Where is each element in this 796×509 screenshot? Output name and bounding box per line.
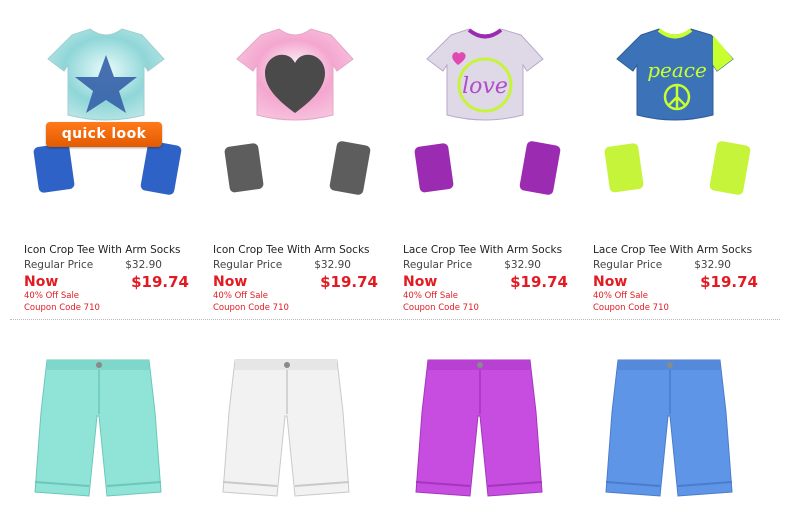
- now-label: Now: [403, 274, 438, 290]
- product-image[interactable]: [213, 15, 378, 210]
- regular-price-value: $32.90: [314, 259, 351, 271]
- now-label: Now: [213, 274, 248, 290]
- regular-price-value: $32.90: [694, 259, 731, 271]
- regular-price-row: Regular Price $32.90: [593, 259, 758, 273]
- mint-bermuda-shorts-icon: [34, 359, 162, 497]
- sale-price-value: $19.74: [131, 273, 189, 291]
- now-label: Now: [24, 274, 59, 290]
- product-name-link[interactable]: Lace Crop Tee With Arm Socks: [403, 244, 568, 256]
- product-info: Lace Crop Tee With Arm Socks Regular Pri…: [403, 244, 568, 314]
- star-crop-tee-icon: [33, 28, 182, 195]
- sale-price-value: $19.74: [510, 273, 568, 291]
- regular-price-label: Regular Price: [213, 259, 283, 271]
- heart-crop-tee-icon: [224, 28, 371, 195]
- row-divider: [10, 319, 780, 320]
- product-info: Lace Crop Tee With Arm Socks Regular Pri…: [593, 244, 758, 314]
- love-crop-tee-icon: love: [414, 28, 561, 195]
- now-price-row: Now $19.74: [24, 273, 189, 291]
- product-image[interactable]: love: [403, 15, 568, 210]
- now-price-row: Now $19.74: [213, 273, 378, 291]
- regular-price-label: Regular Price: [403, 259, 473, 271]
- white-bermuda-shorts-icon: [222, 359, 350, 497]
- product-image[interactable]: [33, 356, 163, 506]
- now-price-row: Now $19.74: [403, 273, 568, 291]
- purple-bermuda-shorts-icon: [415, 359, 543, 497]
- coupon-code: Coupon Code 710: [24, 303, 100, 313]
- coupon-code: Coupon Code 710: [593, 303, 669, 313]
- product-name-link[interactable]: Lace Crop Tee With Arm Socks: [593, 244, 758, 256]
- now-label: Now: [593, 274, 628, 290]
- sale-price-value: $19.74: [320, 273, 378, 291]
- product-image[interactable]: [414, 356, 544, 506]
- regular-price-value: $32.90: [504, 259, 541, 271]
- peace-crop-tee-icon: peace: [604, 28, 751, 195]
- sale-price-value: $19.74: [700, 273, 758, 291]
- sale-note: 40% Off Sale: [403, 291, 459, 301]
- coupon-code: Coupon Code 710: [213, 303, 289, 313]
- sale-note: 40% Off Sale: [213, 291, 269, 301]
- product-image[interactable]: peace: [593, 15, 758, 210]
- regular-price-label: Regular Price: [593, 259, 663, 271]
- blue-bermuda-shorts-icon: [605, 359, 733, 497]
- regular-price-row: Regular Price $32.90: [403, 259, 568, 273]
- product-image[interactable]: [221, 356, 351, 506]
- regular-price-row: Regular Price $32.90: [213, 259, 378, 273]
- product-info: Icon Crop Tee With Arm Socks Regular Pri…: [213, 244, 378, 314]
- product-name-link[interactable]: Icon Crop Tee With Arm Socks: [213, 244, 378, 256]
- regular-price-value: $32.90: [125, 259, 162, 271]
- product-grid: quick look Icon Crop Tee With Arm Socks …: [0, 0, 796, 509]
- svg-text:love: love: [462, 74, 508, 99]
- coupon-code: Coupon Code 710: [403, 303, 479, 313]
- quick-look-button[interactable]: quick look: [46, 122, 162, 147]
- svg-text:peace: peace: [647, 58, 707, 82]
- sale-note: 40% Off Sale: [24, 291, 80, 301]
- product-image[interactable]: quick look: [24, 15, 189, 210]
- product-name-link[interactable]: Icon Crop Tee With Arm Socks: [24, 244, 189, 256]
- regular-price-label: Regular Price: [24, 259, 94, 271]
- sale-note: 40% Off Sale: [593, 291, 649, 301]
- regular-price-row: Regular Price $32.90: [24, 259, 189, 273]
- product-image[interactable]: [604, 356, 734, 506]
- now-price-row: Now $19.74: [593, 273, 758, 291]
- product-info: Icon Crop Tee With Arm Socks Regular Pri…: [24, 244, 189, 314]
